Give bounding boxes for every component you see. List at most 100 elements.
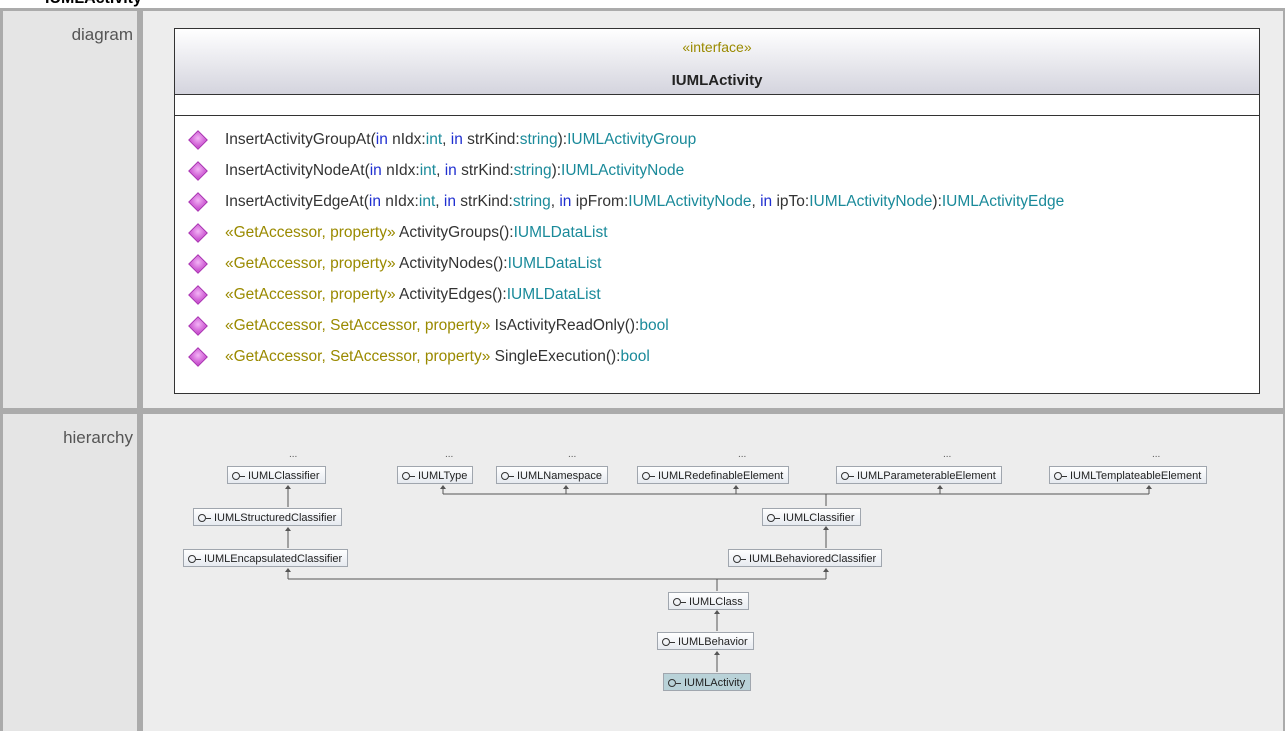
operation-punct: ): [551, 162, 562, 179]
param-name: nIdx: [381, 162, 420, 179]
operation-name: IsActivityReadOnly [494, 317, 625, 334]
return-type: IUMLActivityGroup [567, 131, 697, 148]
node-iumlparameterableelement[interactable]: IUMLParameterableElement [836, 466, 1002, 484]
interface-icon [402, 472, 410, 480]
operation-stereotype: «GetAccessor, property» [225, 286, 400, 303]
node-iumlactivity-current[interactable]: IUMLActivity [663, 673, 752, 691]
hierarchy-row: hierarchy ... ... ... ... ... ... IUMLCl… [3, 414, 1283, 731]
hierarchy-content: ... ... ... ... ... ... IUMLClassifier I… [143, 414, 1283, 731]
param-direction: in [443, 193, 456, 210]
operation-punct: ): [932, 193, 942, 210]
more-ancestors-indicator[interactable]: ... [943, 450, 951, 460]
operation-row[interactable]: InsertActivityGroupAt(in nIdx:int, in st… [175, 126, 1259, 157]
operation-icon [188, 161, 208, 181]
node-label: IUMLClassifier [783, 512, 855, 524]
hierarchy-label: hierarchy [3, 414, 137, 731]
node-iumlstructuredclassifier[interactable]: IUMLStructuredClassifier [193, 508, 343, 526]
param-type: string [513, 162, 552, 179]
node-label: IUMLNamespace [517, 470, 602, 482]
hierarchy-diagram: ... ... ... ... ... ... IUMLClassifier I… [143, 414, 1283, 731]
return-type: IUMLDataList [506, 286, 601, 303]
node-iumltype[interactable]: IUMLType [397, 466, 474, 484]
operation-punct: , [442, 131, 451, 148]
operation-punct: (): [605, 348, 621, 365]
node-iumlclassifier-parent[interactable]: IUMLClassifier [762, 508, 861, 526]
operation-punct: (): [492, 255, 508, 272]
param-type: int [419, 162, 437, 179]
operation-punct: (): [498, 224, 514, 241]
param-name: strKind: [462, 131, 520, 148]
more-ancestors-indicator[interactable]: ... [738, 450, 746, 460]
param-direction: in [450, 131, 463, 148]
operation-row[interactable]: «GetAccessor, SetAccessor, property» IsA… [175, 312, 1259, 343]
param-direction: in [375, 131, 388, 148]
details-table: diagram «interface» IUMLActivity InsertA… [0, 8, 1285, 731]
interface-stereotype: «interface» [682, 39, 752, 55]
operation-icon [188, 347, 208, 367]
param-direction: in [444, 162, 457, 179]
interface-icon [767, 514, 775, 522]
operation-name: ActivityEdges [399, 286, 493, 303]
param-type: string [512, 193, 551, 210]
diagram-content: «interface» IUMLActivity InsertActivityG… [143, 11, 1283, 408]
param-direction: in [559, 193, 572, 210]
node-label: IUMLEncapsulatedClassifier [204, 553, 343, 565]
return-type: bool [639, 317, 669, 334]
return-type: IUMLDataList [513, 224, 608, 241]
attributes-compartment [175, 95, 1259, 116]
diagram-label: diagram [3, 11, 137, 408]
interface-icon [198, 514, 206, 522]
node-iumlbehavior[interactable]: IUMLBehavior [657, 632, 754, 650]
node-label: IUMLStructuredClassifier [214, 512, 337, 524]
param-type: int [425, 131, 443, 148]
param-type: int [418, 193, 436, 210]
operation-row[interactable]: InsertActivityEdgeAt(in nIdx:int, in str… [175, 188, 1259, 219]
operation-row[interactable]: «GetAccessor, property» ActivityNodes():… [175, 250, 1259, 281]
operation-punct: , [436, 162, 445, 179]
interface-header: «interface» IUMLActivity [175, 29, 1259, 95]
interface-box[interactable]: «interface» IUMLActivity InsertActivityG… [174, 28, 1260, 394]
operation-icon [188, 192, 208, 212]
node-iumlencapsulatedclassifier[interactable]: IUMLEncapsulatedClassifier [183, 549, 349, 567]
operation-stereotype: «GetAccessor, property» [225, 255, 400, 272]
node-label: IUMLParameterableElement [857, 470, 996, 482]
operation-name: ActivityGroups [399, 224, 499, 241]
operation-punct: ): [557, 131, 568, 148]
node-label: IUMLBehavioredClassifier [749, 553, 877, 565]
node-label: IUMLClass [689, 596, 743, 608]
operation-punct: (): [492, 286, 507, 303]
param-type: IUMLActivityNode [628, 193, 752, 210]
node-iumlnamespace[interactable]: IUMLNamespace [496, 466, 608, 484]
operation-name: SingleExecution [494, 348, 606, 365]
node-label: IUMLActivity [684, 677, 746, 689]
operation-icon [188, 254, 208, 274]
node-iumlclass[interactable]: IUMLClass [668, 592, 749, 610]
operation-icon [188, 316, 208, 336]
operation-row[interactable]: «GetAccessor, SetAccessor, property» Sin… [175, 343, 1259, 374]
operations-compartment: InsertActivityGroupAt(in nIdx:int, in st… [175, 116, 1259, 374]
node-iumltemplateableelement[interactable]: IUMLTemplateableElement [1049, 466, 1208, 484]
more-ancestors-indicator[interactable]: ... [289, 450, 297, 460]
node-iumlclassifier[interactable]: IUMLClassifier [227, 466, 326, 484]
operation-name: InsertActivityNodeAt [225, 162, 365, 179]
more-ancestors-indicator[interactable]: ... [445, 450, 453, 460]
interface-icon [642, 472, 650, 480]
interface-name: IUMLActivity [671, 72, 763, 89]
node-iumlbehavioredclassifier[interactable]: IUMLBehavioredClassifier [728, 549, 883, 567]
operation-row[interactable]: InsertActivityNodeAt(in nIdx:int, in str… [175, 157, 1259, 188]
param-name: strKind: [456, 162, 514, 179]
operation-row[interactable]: «GetAccessor, property» ActivityGroups()… [175, 219, 1259, 250]
return-type: IUMLDataList [507, 255, 602, 272]
operation-punct: , [751, 193, 761, 210]
more-ancestors-indicator[interactable]: ... [1152, 450, 1160, 460]
operation-name: ActivityNodes [399, 255, 493, 272]
interface-icon [232, 472, 240, 480]
operation-row[interactable]: «GetAccessor, property» ActivityEdges():… [175, 281, 1259, 312]
return-type: IUMLActivityEdge [941, 193, 1065, 210]
node-iumlredefinableelement[interactable]: IUMLRedefinableElement [637, 466, 790, 484]
param-name: ipTo: [772, 193, 810, 210]
operation-name: InsertActivityGroupAt [225, 131, 371, 148]
more-ancestors-indicator[interactable]: ... [568, 450, 576, 460]
node-label: IUMLTemplateableElement [1070, 470, 1202, 482]
param-name: nIdx: [387, 131, 426, 148]
